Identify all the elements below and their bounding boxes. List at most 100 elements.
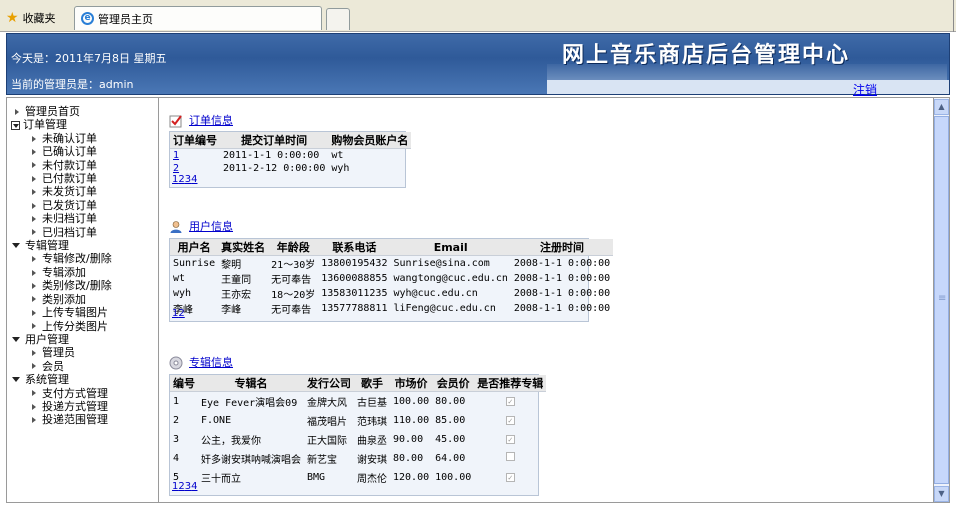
sidebar-group-label: 用户管理 — [25, 332, 69, 346]
recommend-checkbox[interactable]: ✓ — [505, 415, 515, 425]
page-link[interactable]: 4 — [191, 481, 197, 492]
site-title: 网上音乐商店后台管理中心 — [562, 42, 851, 68]
sidebar-item-admins[interactable]: 管理员 — [11, 346, 112, 359]
users-table: 用户名 真实姓名 年龄段 联系电话 Email 注册时间 Sunrise 黎明 … — [170, 239, 614, 316]
nav-tree: 管理员首页 订单管理 未确认订单 已确认订单 未付款订单 已付款订单 未发货订单… — [11, 105, 112, 427]
recommend-checkbox[interactable] — [505, 452, 515, 461]
scroll-down-button[interactable]: ▼ — [934, 486, 949, 502]
sidebar-item-delivery-range[interactable]: 投递范围管理 — [11, 413, 112, 426]
users-section-title: 用户信息 — [169, 218, 233, 234]
expand-arrow-icon — [32, 148, 36, 155]
users-title-link[interactable]: 用户信息 — [189, 218, 233, 234]
sidebar-group-system[interactable]: 系统管理 — [11, 373, 112, 386]
albums-section-title: 专辑信息 — [169, 354, 233, 370]
column-header: 订单编号 — [170, 132, 220, 149]
expand-arrow-icon — [32, 363, 36, 370]
sidebar-item-unconfirmed-orders[interactable]: 未确认订单 — [11, 132, 112, 145]
orders-pager: 1234 — [172, 174, 198, 185]
collapse-arrow-icon — [12, 243, 20, 249]
expand-arrow-icon — [32, 296, 36, 303]
recommend-checkbox[interactable]: ✓ — [505, 472, 515, 482]
sidebar-item-delivery-methods[interactable]: 投递方式管理 — [11, 400, 112, 413]
table-cell: 无可奉告 — [271, 275, 312, 286]
sidebar-item-upload-category-image[interactable]: 上传分类图片 — [11, 320, 112, 333]
table-header-row: 编号 专辑名 发行公司 歌手 市场价 会员价 是否推荐专辑 — [170, 375, 547, 392]
sidebar-item-paid-orders[interactable]: 已付款订单 — [11, 172, 112, 185]
orders-table: 订单编号 提交订单时间 购物会员账户名 1 2011-1-1 0:00:00 w… — [170, 132, 412, 175]
expand-arrow-icon — [32, 350, 36, 357]
table-cell: 80.00 — [393, 452, 424, 464]
sidebar-group-albums[interactable]: 专辑管理 — [11, 239, 112, 252]
table-cell: 正大国际 — [307, 435, 347, 447]
collapse-box-icon — [11, 120, 20, 130]
table-cell: 2008-1-1 0:00:00 — [513, 303, 611, 314]
sidebar-item-unshipped-orders[interactable]: 未发货订单 — [11, 185, 112, 198]
scroll-up-button[interactable]: ▲ — [934, 99, 949, 115]
table-header-row: 用户名 真实姓名 年龄段 联系电话 Email 注册时间 — [170, 239, 614, 256]
expand-arrow-icon — [32, 309, 36, 316]
table-cell: 2011-1-1 0:00:00 — [223, 150, 320, 161]
favorites-button[interactable]: ★ 收藏夹 — [6, 10, 56, 26]
column-header: 购物会员账户名 — [328, 132, 412, 149]
sidebar-item-category-edit[interactable]: 类别修改/删除 — [11, 279, 112, 292]
expand-arrow-icon — [32, 390, 36, 397]
table-cell: liFeng@cuc.edu.cn — [393, 303, 496, 314]
order-id[interactable]: 2 — [173, 163, 179, 174]
order-id-link[interactable]: 1 — [170, 149, 220, 163]
sidebar-item-shipped-orders[interactable]: 已发货订单 — [11, 199, 112, 212]
sidebar-item-members[interactable]: 会员 — [11, 360, 112, 373]
sidebar-item-label: 上传分类图片 — [42, 319, 108, 333]
sidebar-item-unpaid-orders[interactable]: 未付款订单 — [11, 159, 112, 172]
table-cell: 福茂唱片 — [307, 416, 347, 428]
table-cell: 64.00 — [435, 452, 466, 464]
vertical-scrollbar[interactable]: ▲ ▼ — [934, 97, 950, 503]
table-row: 5 三十而立 BMG 周杰伦 120.00 100.00 ✓ — [170, 468, 546, 487]
page-link[interactable]: 4 — [191, 174, 197, 185]
scroll-thumb[interactable] — [934, 116, 949, 484]
table-row: 2 2011-2-12 0:00:00 wyh — [170, 162, 411, 175]
table-cell: 2011-2-12 0:00:00 — [223, 163, 326, 174]
sidebar-item-payment-methods[interactable]: 支付方式管理 — [11, 387, 112, 400]
orders-title-link[interactable]: 订单信息 — [189, 112, 233, 128]
expand-arrow-icon — [32, 282, 36, 289]
sidebar-item-label: 已归档订单 — [42, 225, 97, 239]
albums-title-link[interactable]: 专辑信息 — [189, 354, 233, 370]
table-cell: 2008-1-1 0:00:00 — [513, 258, 611, 269]
sidebar-item-label: 未发货订单 — [42, 185, 97, 199]
column-header: 歌手 — [354, 375, 390, 392]
browser-tab-admin-home[interactable]: e 管理员主页 — [74, 6, 322, 30]
page-link[interactable]: 2 — [178, 308, 184, 319]
expand-arrow-icon — [32, 202, 36, 209]
sidebar-item-category-add[interactable]: 类别添加 — [11, 293, 112, 306]
table-cell: 90.00 — [393, 433, 424, 445]
sidebar-item-unarchived-orders[interactable]: 未归档订单 — [11, 212, 112, 225]
expand-arrow-icon — [32, 269, 36, 276]
table-cell: 13600088855 — [321, 273, 388, 284]
sidebar-item-home[interactable]: 管理员首页 — [11, 105, 112, 118]
logout-link[interactable]: 注销 — [853, 81, 877, 98]
sidebar-group-users[interactable]: 用户管理 — [11, 333, 112, 346]
sidebar-group-label: 专辑管理 — [25, 239, 69, 253]
recommend-cell: ✓ — [474, 468, 546, 487]
recommend-checkbox[interactable]: ✓ — [505, 396, 515, 406]
recommend-checkbox[interactable]: ✓ — [505, 434, 515, 444]
order-id[interactable]: 1 — [173, 150, 179, 161]
table-cell: 2008-1-1 0:00:00 — [513, 273, 611, 284]
sidebar-item-label: 会员 — [42, 359, 64, 373]
sidebar-item-album-add[interactable]: 专辑添加 — [11, 266, 112, 279]
recommend-cell — [474, 449, 546, 468]
table-cell: 周杰伦 — [357, 473, 387, 485]
sidebar-group-orders[interactable]: 订单管理 — [11, 118, 112, 131]
sidebar-item-upload-album-image[interactable]: 上传专辑图片 — [11, 306, 112, 319]
new-tab-button[interactable] — [326, 8, 350, 30]
sidebar-item-confirmed-orders[interactable]: 已确认订单 — [11, 145, 112, 158]
table-cell: wyh — [331, 163, 350, 174]
table-cell: 100.00 — [393, 395, 430, 407]
column-header: 发行公司 — [304, 375, 354, 392]
expand-arrow-icon — [32, 162, 36, 169]
table-cell: 13577788811 — [321, 303, 388, 314]
window-edge — [953, 0, 954, 32]
sidebar-item-archived-orders[interactable]: 已归档订单 — [11, 226, 112, 239]
sidebar-item-label: 投递方式管理 — [42, 399, 108, 413]
sidebar-item-album-edit[interactable]: 专辑修改/删除 — [11, 252, 112, 265]
